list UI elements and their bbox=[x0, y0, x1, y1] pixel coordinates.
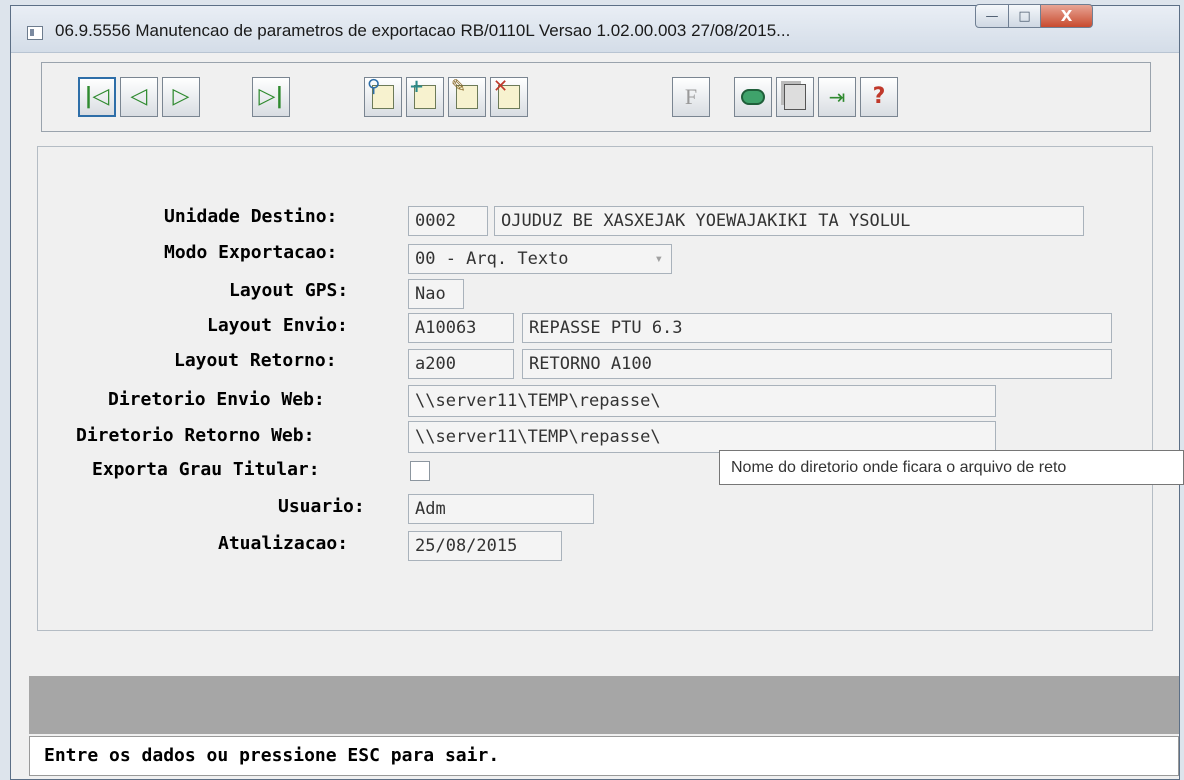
magnifier-icon: ⚲ bbox=[367, 78, 394, 109]
label-diretorio-retorno-web: Diretorio Retorno Web: bbox=[76, 425, 315, 446]
exit-button[interactable]: ⇥ bbox=[818, 77, 856, 117]
separator-bar bbox=[29, 676, 1179, 734]
f-icon: F bbox=[684, 84, 698, 109]
layout-envio-code-field[interactable]: A10063 bbox=[408, 313, 514, 343]
label-usuario: Usuario: bbox=[278, 496, 365, 517]
window-title: 06.9.5556 Manutencao de parametros de ex… bbox=[55, 21, 791, 40]
modo-exportacao-value: 00 - Arq. Texto bbox=[415, 249, 569, 269]
copy-icon bbox=[784, 84, 806, 110]
layout-retorno-description-field: RETORNO A100 bbox=[522, 349, 1112, 379]
app-icon bbox=[27, 26, 43, 40]
add-button[interactable]: + bbox=[406, 77, 444, 117]
last-icon: ▷| bbox=[258, 84, 284, 109]
window-controls: — □ X bbox=[975, 4, 1093, 28]
help-icon: ? bbox=[872, 84, 886, 109]
usuario-field: Adm bbox=[408, 494, 594, 524]
pencil-icon: ✎ bbox=[451, 78, 478, 109]
edit-button[interactable]: ✎ bbox=[448, 77, 486, 117]
modo-exportacao-select[interactable]: 00 - Arq. Texto ▾ bbox=[408, 244, 672, 274]
maximize-button[interactable]: □ bbox=[1009, 4, 1041, 28]
unidade-destino-code-field[interactable]: 0002 bbox=[408, 206, 488, 236]
layout-retorno-code-field[interactable]: a200 bbox=[408, 349, 514, 379]
next-record-button[interactable]: ▷ bbox=[162, 77, 200, 117]
label-layout-gps: Layout GPS: bbox=[229, 280, 349, 301]
delete-button[interactable]: ✕ bbox=[490, 77, 528, 117]
first-record-button[interactable]: |◁ bbox=[78, 77, 116, 117]
status-bar: Entre os dados ou pressione ESC para sai… bbox=[29, 736, 1179, 776]
first-icon: |◁ bbox=[84, 84, 110, 109]
exporta-grau-titular-checkbox[interactable] bbox=[410, 461, 430, 481]
unidade-destino-name-field: OJUDUZ BE XASXEJAK YOEWAJAKIKI TA YSOLUL bbox=[494, 206, 1084, 236]
printer-icon bbox=[741, 89, 765, 105]
diretorio-retorno-web-field[interactable]: \\server11\TEMP\repasse\ bbox=[408, 421, 996, 453]
label-exporta-grau-titular: Exporta Grau Titular: bbox=[92, 459, 320, 480]
toolbar: |◁ ◁ ▷ ▷| ⚲ + ✎ ✕ F ⇥ ? bbox=[41, 62, 1151, 132]
last-record-button[interactable]: ▷| bbox=[252, 77, 290, 117]
label-layout-retorno: Layout Retorno: bbox=[174, 350, 337, 371]
layout-gps-field[interactable]: Nao bbox=[408, 279, 464, 309]
label-atualizacao: Atualizacao: bbox=[218, 533, 349, 554]
diretorio-envio-web-field[interactable]: \\server11\TEMP\repasse\ bbox=[408, 385, 996, 417]
filter-button[interactable]: F bbox=[672, 77, 710, 117]
minimize-button[interactable]: — bbox=[975, 4, 1009, 28]
exit-door-icon: ⇥ bbox=[828, 85, 846, 109]
close-button[interactable]: X bbox=[1041, 4, 1093, 28]
plus-icon: + bbox=[409, 78, 436, 109]
tooltip: Nome do diretorio onde ficara o arquivo … bbox=[719, 450, 1184, 485]
layout-envio-description-field: REPASSE PTU 6.3 bbox=[522, 313, 1112, 343]
next-icon: ▷ bbox=[172, 84, 190, 109]
atualizacao-field: 25/08/2015 bbox=[408, 531, 562, 561]
copy-button[interactable] bbox=[776, 77, 814, 117]
print-button[interactable] bbox=[734, 77, 772, 117]
label-diretorio-envio-web: Diretorio Envio Web: bbox=[108, 389, 325, 410]
search-button[interactable]: ⚲ bbox=[364, 77, 402, 117]
help-button[interactable]: ? bbox=[860, 77, 898, 117]
label-layout-envio: Layout Envio: bbox=[207, 315, 348, 336]
x-icon: ✕ bbox=[493, 78, 520, 109]
chevron-down-icon[interactable]: ▾ bbox=[655, 245, 663, 273]
previous-record-button[interactable]: ◁ bbox=[120, 77, 158, 117]
label-unidade-destino: Unidade Destino: bbox=[164, 206, 338, 227]
previous-icon: ◁ bbox=[130, 84, 148, 109]
label-modo-exportacao: Modo Exportacao: bbox=[164, 242, 338, 263]
